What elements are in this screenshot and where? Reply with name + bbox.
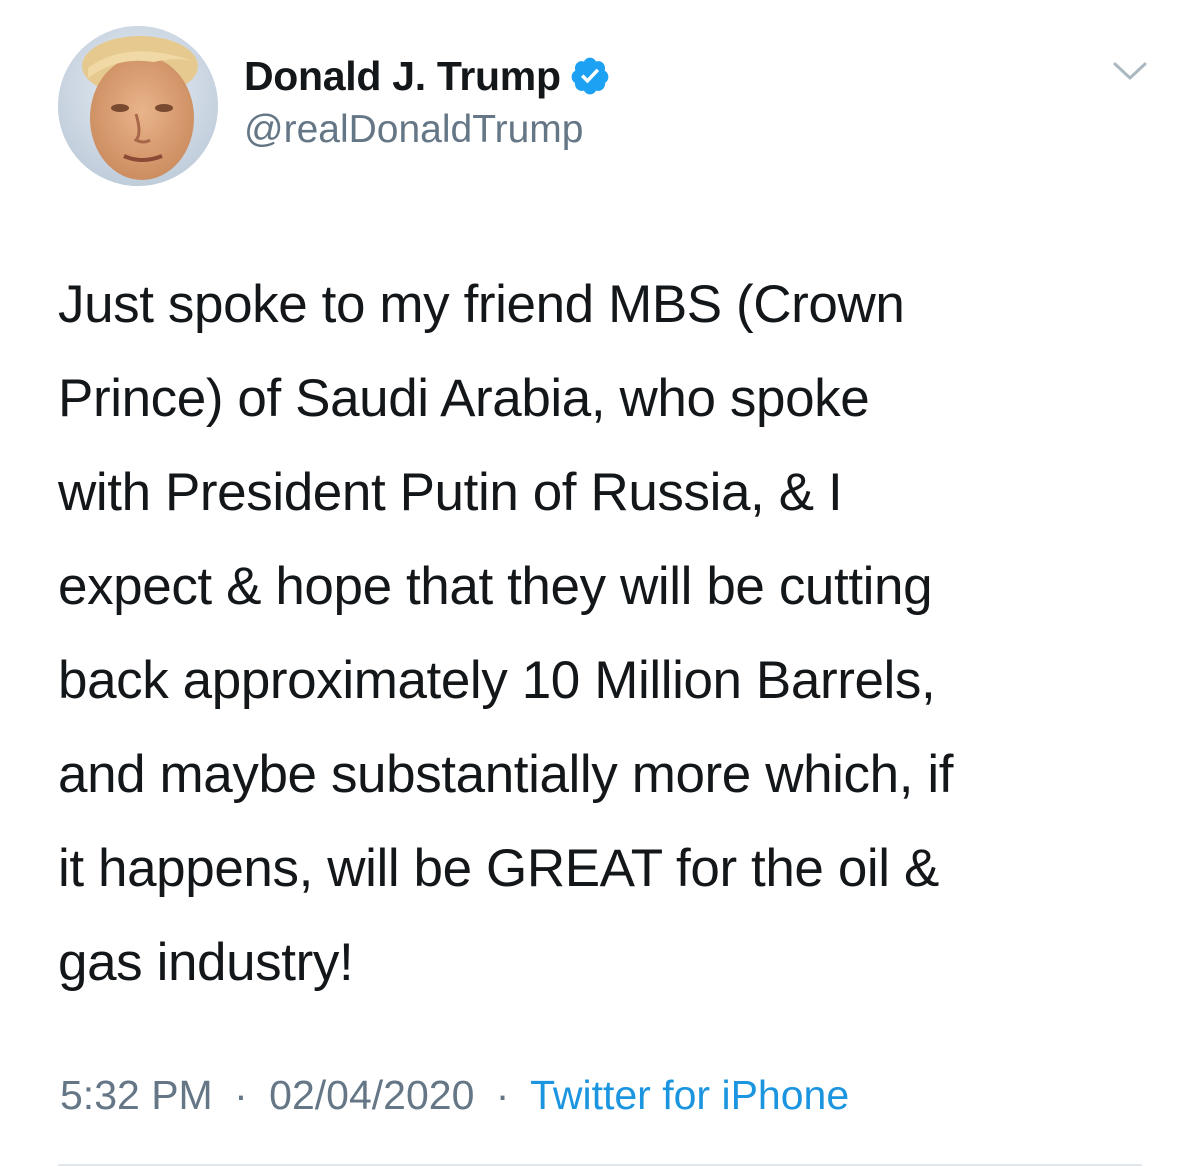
tweet-header: Donald J. Trump @realDonaldTrump bbox=[58, 26, 1158, 186]
tweet-card: Donald J. Trump @realDonaldTrump Just sp… bbox=[0, 0, 1200, 1167]
tweet-source-link[interactable]: Twitter for iPhone bbox=[530, 1072, 849, 1118]
profile-photo-icon bbox=[58, 26, 218, 186]
display-name[interactable]: Donald J. Trump bbox=[244, 53, 561, 100]
verified-badge-icon bbox=[569, 55, 611, 97]
divider bbox=[58, 1164, 1142, 1166]
meta-separator: · bbox=[495, 1072, 510, 1118]
author-names: Donald J. Trump @realDonaldTrump bbox=[244, 48, 611, 152]
chevron-down-icon[interactable] bbox=[1112, 60, 1148, 84]
tweet-date[interactable]: 02/04/2020 bbox=[269, 1072, 474, 1118]
tweet-meta: 5:32 PM · 02/04/2020 · Twitter for iPhon… bbox=[60, 1072, 849, 1119]
tweet-time[interactable]: 5:32 PM bbox=[60, 1072, 213, 1118]
author-handle[interactable]: @realDonaldTrump bbox=[244, 108, 611, 152]
meta-separator: · bbox=[234, 1072, 248, 1118]
display-name-row: Donald J. Trump bbox=[244, 48, 611, 104]
avatar[interactable] bbox=[58, 26, 218, 186]
tweet-text: Just spoke to my friend MBS (Crown Princ… bbox=[58, 275, 954, 992]
